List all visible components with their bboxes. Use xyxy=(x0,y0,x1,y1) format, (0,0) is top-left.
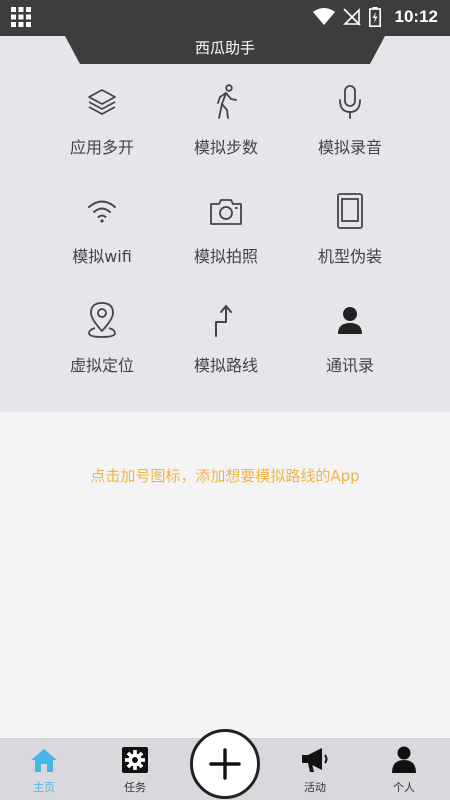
feature-simulate-route[interactable]: 模拟路线 xyxy=(164,296,288,405)
feature-simulate-recording[interactable]: 模拟录音 xyxy=(288,78,412,187)
layers-icon xyxy=(82,82,122,122)
title-bar: 西瓜助手 xyxy=(0,34,450,64)
nav-activity[interactable]: 活动 xyxy=(280,739,350,800)
feature-label: 应用多开 xyxy=(69,138,134,157)
feature-label: 通讯录 xyxy=(325,356,374,375)
nav-tasks[interactable]: 任务 xyxy=(100,739,170,800)
status-bar: 10:12 xyxy=(0,0,450,34)
plus-icon xyxy=(209,748,241,780)
feature-app-multi-open[interactable]: 应用多开 xyxy=(40,78,164,187)
feature-panel: 应用多开 模拟步数 模拟录音 模拟wifi 模拟拍照 机型伪装 虚拟定位 模拟路… xyxy=(0,64,450,412)
feature-label: 模拟wifi xyxy=(72,247,132,266)
app-grid-icon xyxy=(11,7,31,27)
feature-label: 模拟拍照 xyxy=(193,247,258,266)
nav-home[interactable]: 主页 xyxy=(9,739,79,800)
bottom-nav: 主页 任务 活动 个人 xyxy=(0,729,450,800)
microphone-icon xyxy=(330,82,370,122)
feature-virtual-location[interactable]: 虚拟定位 xyxy=(40,296,164,405)
status-time: 10:12 xyxy=(394,7,438,26)
wifi-icon xyxy=(312,8,335,25)
megaphone-icon xyxy=(300,745,330,775)
user-icon xyxy=(389,745,419,775)
add-app-button[interactable] xyxy=(190,729,260,799)
main-content: 点击加号图标，添加想要模拟路线的App xyxy=(0,412,450,738)
feature-label: 虚拟定位 xyxy=(69,356,134,375)
feature-label: 机型伪装 xyxy=(317,247,382,266)
route-arrow-icon xyxy=(206,300,246,340)
camera-icon xyxy=(206,191,246,231)
walking-icon xyxy=(206,82,246,122)
feature-label: 模拟录音 xyxy=(317,138,382,157)
feature-simulate-steps[interactable]: 模拟步数 xyxy=(164,78,288,187)
feature-device-disguise[interactable]: 机型伪装 xyxy=(288,187,412,296)
home-icon xyxy=(29,745,59,775)
nav-label: 主页 xyxy=(33,781,55,794)
wifi-icon xyxy=(82,191,122,231)
feature-grid: 应用多开 模拟步数 模拟录音 模拟wifi 模拟拍照 机型伪装 虚拟定位 模拟路… xyxy=(40,78,412,405)
gear-icon xyxy=(120,745,150,775)
feature-label: 模拟路线 xyxy=(193,356,258,375)
nav-profile[interactable]: 个人 xyxy=(369,739,439,800)
feature-simulate-photo[interactable]: 模拟拍照 xyxy=(164,187,288,296)
nav-label: 个人 xyxy=(393,781,415,794)
location-pin-icon xyxy=(82,300,122,340)
contact-person-icon xyxy=(330,300,370,340)
nav-label: 任务 xyxy=(124,781,146,794)
nav-label: 活动 xyxy=(304,781,326,794)
feature-label: 模拟步数 xyxy=(193,138,258,157)
page-title: 西瓜助手 xyxy=(194,39,255,57)
phone-device-icon xyxy=(330,191,370,231)
battery-charging-icon xyxy=(368,7,381,27)
no-sim-icon xyxy=(342,8,361,26)
empty-hint: 点击加号图标，添加想要模拟路线的App xyxy=(90,467,360,485)
feature-simulate-wifi[interactable]: 模拟wifi xyxy=(40,187,164,296)
feature-contacts[interactable]: 通讯录 xyxy=(288,296,412,405)
